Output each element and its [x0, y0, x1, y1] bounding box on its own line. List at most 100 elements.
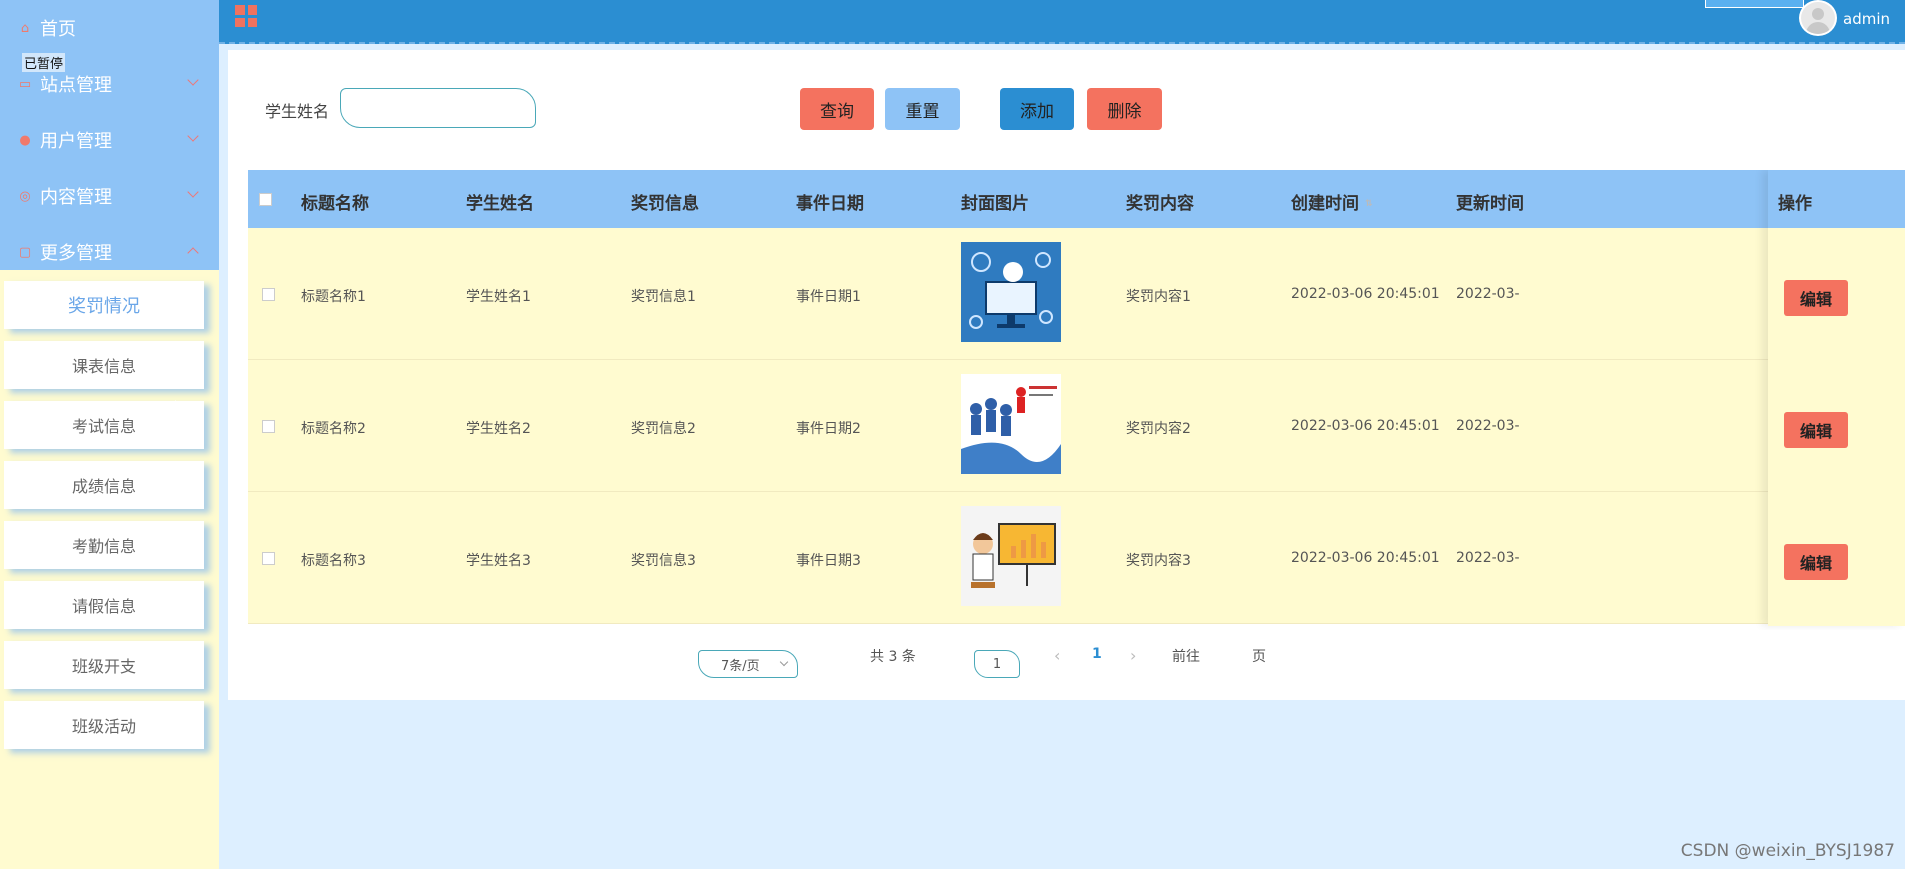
cover-image-teacher[interactable] — [961, 506, 1061, 606]
goto-page-input[interactable]: 1 — [974, 650, 1020, 678]
menu-label-site: 站点管理 — [40, 75, 112, 96]
table-row: 标题名称3 学生姓名3 奖罚信息3 事件日期3 奖罚内容3 2022-03-06… — [248, 492, 1905, 624]
menu-item-content[interactable]: ◎ 内容管理 — [0, 168, 219, 224]
menu-label-more: 更多管理 — [40, 243, 112, 264]
cell-date: 事件日期3 — [796, 553, 861, 569]
cell-created: 2022-03-06 20:45:01 — [1291, 550, 1440, 566]
sort-icon[interactable]: ⇅ — [1365, 199, 1373, 209]
content-icon: ◎ — [19, 188, 31, 204]
select-all-checkbox[interactable] — [259, 193, 272, 206]
cell-updated: 2022-03- — [1456, 418, 1520, 434]
row-checkbox[interactable] — [262, 288, 275, 301]
student-name-input[interactable] — [340, 88, 536, 128]
cell-title: 标题名称2 — [301, 421, 366, 437]
menu-item-user[interactable]: ● 用户管理 — [0, 112, 219, 168]
cell-title: 标题名称3 — [301, 553, 366, 569]
data-table: 标题名称 学生姓名 奖罚信息 事件日期 封面图片 奖罚内容 创建时间 ⇅ 更新时间… — [248, 170, 1905, 630]
cell-date: 事件日期1 — [796, 289, 861, 305]
cell-created: 2022-03-06 20:45:01 — [1291, 418, 1440, 434]
submenu-item-activities[interactable]: 班级活动 — [4, 701, 204, 749]
cell-title: 标题名称1 — [301, 289, 366, 305]
submenu: 奖罚情况 课表信息 考试信息 成绩信息 考勤信息 请假信息 班级开支 班级活动 — [0, 270, 219, 749]
page-size-value: 7条/页 — [721, 658, 760, 674]
table-row: 标题名称2 学生姓名2 奖罚信息2 事件日期2 奖罚内容2 2022-03-06… — [248, 360, 1905, 492]
next-page-icon[interactable]: › — [1130, 646, 1136, 665]
main-panel: 学生姓名 查询 重置 添加 删除 标题名称 学生姓名 奖罚信息 事件日期 封面图… — [228, 50, 1905, 700]
header-image: 封面图片 — [961, 194, 1029, 214]
edit-button[interactable]: 编辑 — [1784, 280, 1848, 316]
fixed-action-column: 操作 编辑 编辑 编辑 — [1768, 170, 1905, 626]
submenu-item-grades[interactable]: 成绩信息 — [4, 461, 204, 509]
header-created[interactable]: 创建时间 ⇅ — [1291, 189, 1373, 214]
chevron-down-icon — [779, 657, 789, 667]
submenu-item-rewards[interactable]: 奖罚情况 — [4, 281, 204, 329]
action-header: 操作 — [1768, 170, 1905, 228]
add-button[interactable]: 添加 — [1000, 88, 1074, 130]
menu-label-content: 内容管理 — [40, 187, 112, 208]
pagination-total: 共 3 条 — [870, 649, 916, 665]
query-button[interactable]: 查询 — [800, 88, 874, 130]
search-label: 学生姓名 — [265, 102, 330, 121]
cell-updated: 2022-03- — [1456, 550, 1520, 566]
home-icon: ⌂ — [20, 20, 30, 36]
avatar[interactable] — [1799, 0, 1837, 36]
cell-created: 2022-03-06 20:45:01 — [1291, 286, 1440, 302]
header-date: 事件日期 — [796, 194, 864, 214]
username[interactable]: admin — [1843, 10, 1890, 28]
more-icon: ▢ — [18, 244, 32, 260]
menu-item-more[interactable]: ▢ 更多管理 — [0, 224, 219, 280]
header-action: 操作 — [1778, 194, 1812, 214]
row-checkbox[interactable] — [262, 420, 275, 433]
goto-suffix: 页 — [1252, 649, 1266, 665]
user-icon: ● — [19, 132, 31, 148]
cell-student: 学生姓名3 — [466, 553, 531, 569]
top-header: admin — [219, 0, 1905, 44]
header-content: 奖罚内容 — [1126, 194, 1194, 214]
header-updated: 更新时间 — [1456, 194, 1524, 214]
edit-button[interactable]: 编辑 — [1784, 412, 1848, 448]
watermark: CSDN @weixin_BYSJ1987 — [1680, 841, 1895, 861]
cell-student: 学生姓名2 — [466, 421, 531, 437]
submenu-item-schedule[interactable]: 课表信息 — [4, 341, 204, 389]
menu-label-user: 用户管理 — [40, 131, 112, 152]
delete-button[interactable]: 删除 — [1087, 88, 1162, 130]
cell-date: 事件日期2 — [796, 421, 861, 437]
cell-info: 奖罚信息1 — [631, 289, 696, 305]
cover-image-robot[interactable] — [961, 242, 1061, 342]
table-header: 标题名称 学生姓名 奖罚信息 事件日期 封面图片 奖罚内容 创建时间 ⇅ 更新时间 — [248, 170, 1905, 228]
edit-button[interactable]: 编辑 — [1784, 544, 1848, 580]
cell-content: 奖罚内容3 — [1126, 553, 1191, 569]
chevron-up-icon — [187, 247, 199, 259]
header-created-label: 创建时间 — [1291, 194, 1359, 214]
paused-indicator: 已暂停 — [22, 53, 66, 72]
sidebar-menu: ⌂ 首页 ▭ 站点管理 ● 用户管理 ◎ 内容管理 ▢ 更多管理 — [0, 0, 219, 270]
page-size-select[interactable]: 7条/页 — [698, 650, 798, 678]
chevron-down-icon — [187, 130, 199, 142]
submenu-item-leave[interactable]: 请假信息 — [4, 581, 204, 629]
submenu-item-expenses[interactable]: 班级开支 — [4, 641, 204, 689]
cell-info: 奖罚信息2 — [631, 421, 696, 437]
header-badge — [1705, 0, 1804, 8]
chevron-down-icon — [187, 74, 199, 86]
table-row: 标题名称1 学生姓名1 奖罚信息1 事件日期1 奖罚内容1 2022-03-06… — [248, 228, 1905, 360]
submenu-item-attendance[interactable]: 考勤信息 — [4, 521, 204, 569]
site-icon: ▭ — [18, 76, 32, 92]
header-info: 奖罚信息 — [631, 194, 699, 214]
cover-image-team[interactable] — [961, 374, 1061, 474]
reset-button[interactable]: 重置 — [885, 88, 960, 130]
cell-updated: 2022-03- — [1456, 286, 1520, 302]
menu-toggle-icon[interactable] — [235, 5, 257, 27]
cell-content: 奖罚内容2 — [1126, 421, 1191, 437]
page-number[interactable]: 1 — [1092, 646, 1102, 662]
menu-label-home: 首页 — [40, 19, 76, 40]
menu-item-home[interactable]: ⌂ 首页 — [0, 0, 219, 56]
row-checkbox[interactable] — [262, 552, 275, 565]
goto-prefix: 前往 — [1172, 649, 1200, 665]
header-student: 学生姓名 — [466, 194, 534, 214]
prev-page-icon[interactable]: ‹ — [1054, 646, 1060, 665]
cell-content: 奖罚内容1 — [1126, 289, 1191, 305]
sidebar: ⌂ 首页 ▭ 站点管理 ● 用户管理 ◎ 内容管理 ▢ 更多管理 已暂停 奖罚情… — [0, 0, 219, 869]
chevron-down-icon — [187, 186, 199, 198]
header-title: 标题名称 — [301, 194, 369, 214]
cell-student: 学生姓名1 — [466, 289, 531, 305]
